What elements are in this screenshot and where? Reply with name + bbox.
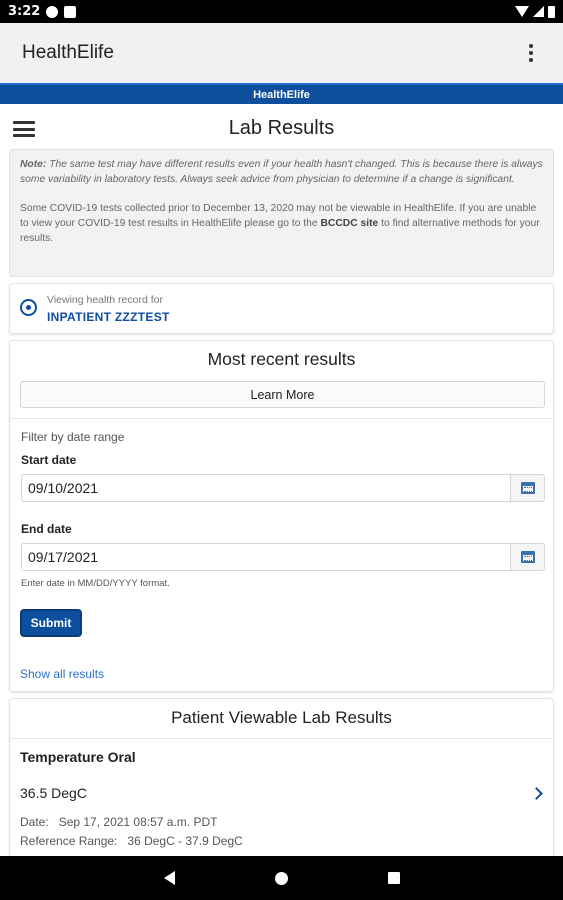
health-record-card: Viewing health record for INPATIENT ZZZT… bbox=[9, 283, 554, 334]
note-text: The same test may have different results… bbox=[20, 159, 543, 185]
end-date-calendar-button[interactable] bbox=[510, 543, 545, 571]
system-nav-bar bbox=[0, 856, 563, 900]
patient-results-card: Patient Viewable Lab Results Temperature… bbox=[9, 698, 554, 858]
bccdc-link[interactable]: BCCDC site bbox=[320, 218, 378, 229]
covid-paragraph: Some COVID-19 tests collected prior to D… bbox=[20, 201, 543, 246]
note-label: Note: bbox=[20, 159, 47, 170]
note-box: Note: The same test may have different r… bbox=[9, 149, 554, 277]
status-left: 3:22 bbox=[8, 4, 77, 19]
divider bbox=[10, 418, 553, 419]
more-vert-icon[interactable] bbox=[521, 38, 541, 68]
end-date-label: End date bbox=[21, 522, 72, 536]
recent-results-title: Most recent results bbox=[207, 349, 356, 369]
app-banner: HealthElife bbox=[0, 83, 563, 104]
start-date-input[interactable]: 09/10/2021 bbox=[21, 474, 510, 502]
page-title: Lab Results bbox=[228, 116, 335, 139]
date-format-hint: Enter date in MM/DD/YYYY format. bbox=[21, 578, 170, 589]
start-date-label: Start date bbox=[21, 453, 77, 467]
reference-range: 36 DegC - 37.9 DegC bbox=[127, 834, 243, 848]
test-value: 36.5 DegC bbox=[20, 785, 87, 801]
home-icon[interactable] bbox=[274, 871, 288, 885]
sd-card-icon bbox=[64, 5, 77, 18]
note-paragraph: Note: The same test may have different r… bbox=[20, 157, 543, 187]
end-date-input[interactable]: 09/17/2021 bbox=[21, 543, 510, 571]
range-label: Reference Range: bbox=[20, 834, 118, 848]
chevron-right-icon[interactable] bbox=[530, 787, 543, 800]
result-date: Sep 17, 2021 08:57 a.m. PDT bbox=[58, 815, 218, 829]
lab-result-item[interactable]: Temperature Oral 36.5 DegC Date: Sep 17, … bbox=[10, 739, 553, 859]
learn-more-button[interactable]: Learn More bbox=[20, 381, 545, 408]
back-icon[interactable] bbox=[163, 871, 175, 885]
app-bar: HealthElife bbox=[0, 23, 563, 83]
hamburger-icon[interactable] bbox=[13, 121, 35, 137]
user-circle-icon bbox=[20, 299, 37, 316]
filter-label: Filter by date range bbox=[21, 430, 125, 444]
result-date-row: Date: Sep 17, 2021 08:57 a.m. PDT bbox=[20, 815, 217, 829]
status-right bbox=[515, 5, 555, 18]
start-date-calendar-button[interactable] bbox=[510, 474, 545, 502]
recents-icon[interactable] bbox=[387, 872, 400, 884]
calendar-icon bbox=[520, 482, 535, 494]
signal-icon bbox=[533, 6, 544, 17]
calendar-icon bbox=[520, 551, 535, 563]
recent-results-card: Most recent results Learn More Filter by… bbox=[9, 340, 554, 692]
status-bar: 3:22 bbox=[0, 0, 563, 23]
app-title: HealthElife bbox=[22, 42, 114, 63]
patient-results-title: Patient Viewable Lab Results bbox=[171, 708, 392, 727]
record-text: Viewing health record for INPATIENT ZZZT… bbox=[47, 294, 170, 324]
show-all-results-link[interactable]: Show all results bbox=[20, 667, 104, 681]
patient-name: INPATIENT ZZZTEST bbox=[47, 309, 170, 324]
page-header: Lab Results bbox=[0, 108, 563, 148]
reference-range-row: Reference Range: 36 DegC - 37.9 DegC bbox=[20, 834, 243, 848]
shield-g-icon bbox=[46, 5, 59, 18]
submit-button[interactable]: Submit bbox=[20, 609, 82, 637]
wifi-icon bbox=[515, 6, 529, 17]
record-label: Viewing health record for bbox=[47, 293, 163, 306]
battery-icon bbox=[548, 5, 555, 18]
status-time: 3:22 bbox=[8, 4, 41, 19]
test-name: Temperature Oral bbox=[20, 749, 136, 765]
date-label: Date: bbox=[20, 815, 49, 829]
